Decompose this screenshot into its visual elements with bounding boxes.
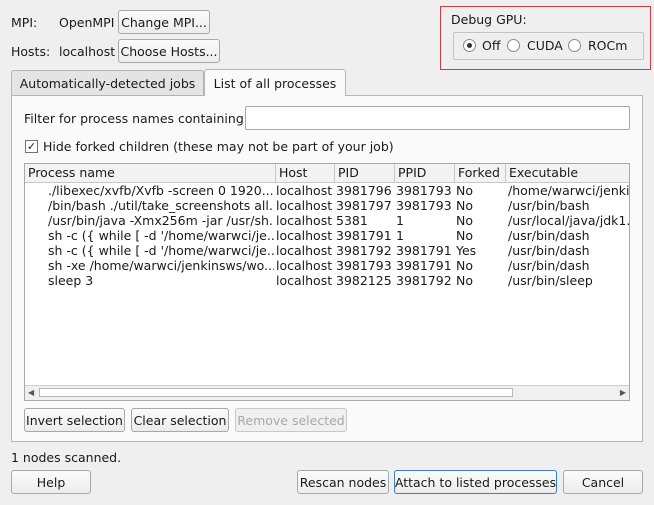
change-mpi-button[interactable]: Change MPI... — [118, 10, 210, 34]
table-cell: /usr/bin/java -Xmx256m -jar /usr/sh... — [48, 213, 274, 228]
col-host[interactable]: Host — [276, 164, 335, 182]
table-cell: 1 — [396, 228, 404, 243]
table-row[interactable]: sh -c ({ while [ -d '/home/warwci/je... l… — [25, 243, 629, 258]
table-row[interactable]: sh -c ({ while [ -d '/home/warwci/je... l… — [25, 228, 629, 243]
cancel-button[interactable]: Cancel — [563, 470, 643, 494]
table-cell: localhost — [276, 273, 333, 288]
table-cell: No — [456, 258, 473, 273]
filter-input[interactable] — [245, 106, 630, 130]
table-cell: /usr/bin/bash — [508, 198, 590, 213]
attach-processes-label: Attach to listed processes — [394, 474, 557, 490]
hosts-label: Hosts: — [11, 44, 51, 59]
tab-auto-detected-jobs[interactable]: Automatically-detected jobs — [11, 70, 204, 96]
gpu-rocm-label[interactable]: ROCm — [588, 38, 627, 53]
table-cell: localhost — [276, 243, 333, 258]
table-cell: localhost — [276, 213, 333, 228]
hosts-value: localhost — [59, 44, 116, 59]
table-cell: ./libexec/xvfb/Xvfb -screen 0 1920... — [48, 183, 274, 198]
horizontal-scrollbar[interactable]: ◀ ▶ — [25, 385, 629, 400]
help-label: Help — [36, 474, 66, 490]
table-cell: 3981792 — [336, 243, 392, 258]
table-cell: No — [456, 213, 473, 228]
table-row[interactable]: sh -xe /home/warwci/jenkinsws/wo... local… — [25, 258, 629, 273]
table-cell: sh -c ({ while [ -d '/home/warwci/je... — [48, 243, 274, 258]
remove-selected-button[interactable]: Remove selected — [235, 408, 347, 432]
choose-hosts-label: Choose Hosts... — [120, 43, 218, 59]
col-ppid[interactable]: PPID — [395, 164, 455, 182]
table-cell: 5381 — [336, 213, 368, 228]
status-text: 1 nodes scanned. — [11, 450, 122, 465]
gpu-cuda-radio[interactable] — [507, 39, 520, 52]
table-cell: 3981791 — [396, 243, 452, 258]
table-row[interactable]: /bin/bash ./util/take_screenshots all...… — [25, 198, 629, 213]
table-cell: /usr/bin/sleep — [508, 273, 593, 288]
attach-processes-button[interactable]: Attach to listed processes — [394, 470, 557, 494]
clear-selection-label: Clear selection — [133, 412, 227, 428]
process-table[interactable]: Process name Host PID PPID Forked Execut… — [24, 163, 630, 401]
table-cell: /usr/bin/dash — [508, 258, 590, 273]
tab-auto-detected-label: Automatically-detected jobs — [19, 76, 196, 91]
filter-label: Filter for process names containing: — [24, 111, 248, 126]
table-cell: 3981793 — [336, 258, 392, 273]
mpi-label: MPI: — [11, 15, 38, 30]
col-process-name[interactable]: Process name — [25, 164, 276, 182]
table-cell: localhost — [276, 198, 333, 213]
gpu-off-label[interactable]: Off — [482, 38, 500, 53]
choose-hosts-button[interactable]: Choose Hosts... — [118, 39, 220, 63]
table-cell: localhost — [276, 183, 333, 198]
change-mpi-label: Change MPI... — [121, 14, 207, 30]
gpu-off-radio[interactable] — [463, 39, 476, 52]
table-cell: /usr/bin/dash — [508, 243, 590, 258]
table-cell: No — [456, 198, 473, 213]
table-cell: 3981792 — [396, 273, 452, 288]
table-cell: /home/warwci/jenkins — [508, 183, 630, 198]
table-cell: No — [456, 228, 473, 243]
table-cell: No — [456, 273, 473, 288]
table-cell: No — [456, 183, 473, 198]
remove-selected-label: Remove selected — [237, 412, 345, 428]
table-row[interactable]: ./libexec/xvfb/Xvfb -screen 0 1920... loc… — [25, 183, 629, 198]
scroll-right-icon[interactable]: ▶ — [620, 388, 626, 397]
scrollbar-thumb[interactable] — [39, 388, 513, 397]
table-cell: sleep 3 — [48, 273, 94, 288]
table-cell: 3982125 — [336, 273, 392, 288]
table-cell: 3981791 — [396, 258, 452, 273]
table-cell: sh -c ({ while [ -d '/home/warwci/je... — [48, 228, 274, 243]
table-cell: localhost — [276, 228, 333, 243]
tab-all-processes-label: List of all processes — [213, 75, 337, 91]
tab-all-processes[interactable]: List of all processes — [204, 69, 346, 96]
table-row[interactable]: /usr/bin/java -Xmx256m -jar /usr/sh... lo… — [25, 213, 629, 228]
rescan-nodes-button[interactable]: Rescan nodes — [297, 470, 389, 494]
gpu-rocm-radio[interactable] — [568, 39, 581, 52]
table-cell: sh -xe /home/warwci/jenkinsws/wo... — [48, 258, 274, 273]
table-cell: 3981796 — [336, 183, 392, 198]
table-cell: Yes — [456, 243, 477, 258]
invert-selection-label: Invert selection — [26, 412, 123, 428]
hide-forked-checkbox[interactable]: ✓ — [25, 140, 38, 153]
invert-selection-button[interactable]: Invert selection — [24, 408, 125, 432]
help-button[interactable]: Help — [11, 470, 91, 494]
col-forked[interactable]: Forked — [455, 164, 506, 182]
gpu-cuda-label[interactable]: CUDA — [527, 38, 563, 53]
clear-selection-button[interactable]: Clear selection — [131, 408, 229, 432]
table-cell: 3981793 — [396, 198, 452, 213]
hide-forked-label[interactable]: Hide forked children (these may not be p… — [43, 139, 394, 154]
rescan-nodes-label: Rescan nodes — [299, 474, 387, 490]
table-row[interactable]: sleep 3 localhost 3982125 3981792 No/usr/bin… — [25, 273, 629, 288]
col-executable[interactable]: Executable — [506, 164, 629, 182]
table-cell: localhost — [276, 258, 333, 273]
table-cell: /bin/bash ./util/take_screenshots all... — [48, 198, 274, 213]
cancel-label: Cancel — [581, 474, 625, 490]
scroll-left-icon[interactable]: ◀ — [28, 388, 34, 397]
table-cell: 3981797 — [336, 198, 392, 213]
table-cell: 3981791 — [336, 228, 392, 243]
debug-gpu-title: Debug GPU: — [451, 12, 527, 27]
table-cell: 1 — [396, 213, 404, 228]
table-cell: /usr/local/java/jdk1.8 — [508, 213, 630, 228]
table-header: Process name Host PID PPID Forked Execut… — [25, 164, 629, 183]
mpi-value: OpenMPI — [59, 15, 115, 30]
table-cell: 3981793 — [396, 183, 452, 198]
table-cell: /usr/bin/dash — [508, 228, 590, 243]
col-pid[interactable]: PID — [335, 164, 395, 182]
